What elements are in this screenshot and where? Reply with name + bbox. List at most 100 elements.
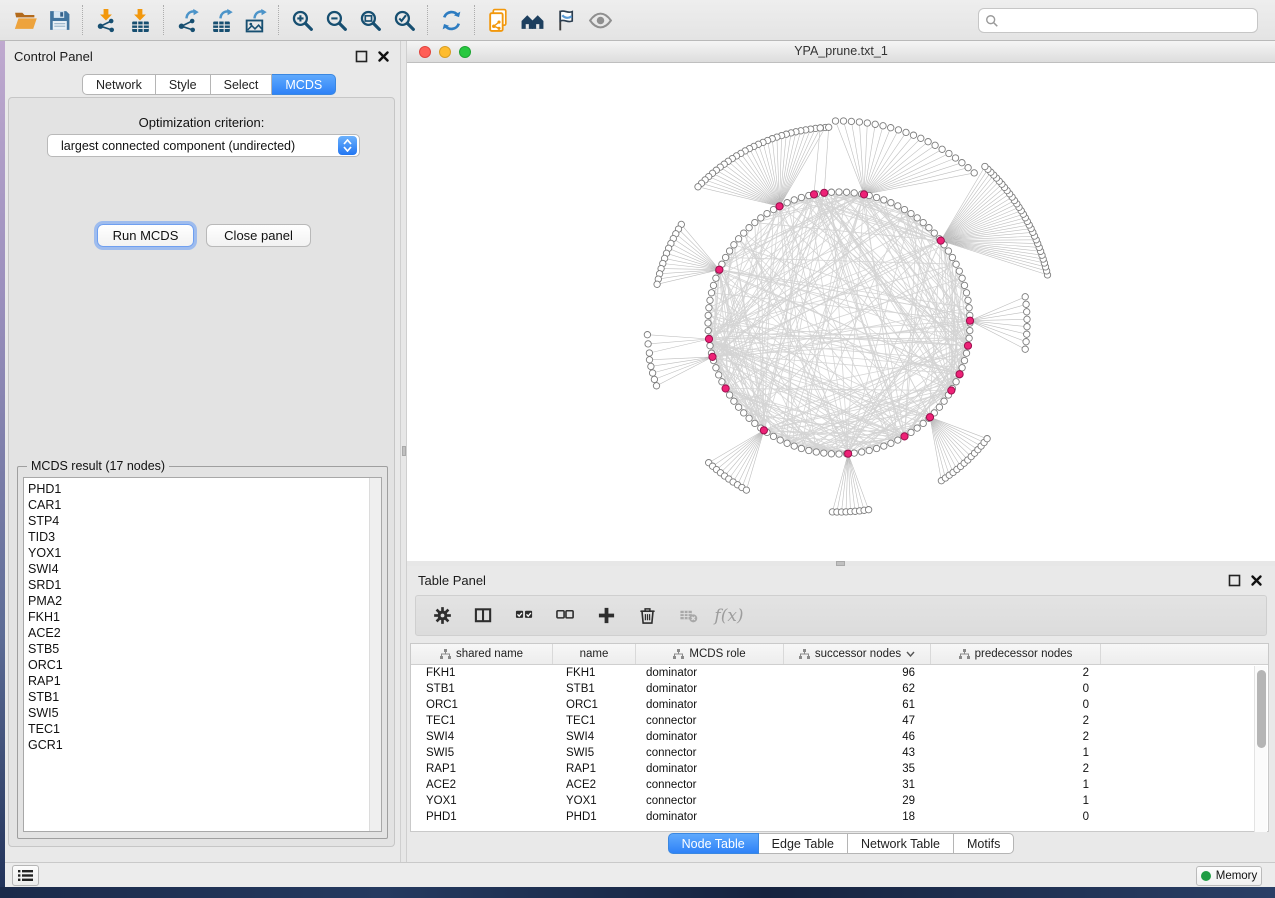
float-panel-icon[interactable] xyxy=(1228,574,1241,587)
export-table-icon[interactable] xyxy=(204,4,238,36)
divider-grip[interactable] xyxy=(402,446,406,456)
vertical-split-divider[interactable] xyxy=(400,41,407,862)
show-hide-details-icon[interactable] xyxy=(583,4,617,36)
mcds-result-item[interactable]: STB1 xyxy=(28,689,63,705)
import-network-icon[interactable] xyxy=(89,4,123,36)
zoom-fit-icon[interactable] xyxy=(353,4,387,36)
memory-label: Memory xyxy=(1216,870,1258,882)
attribute-icon xyxy=(440,649,451,660)
control-panel: Control Panel NetworkStyleSelectMCDS Opt… xyxy=(5,41,400,862)
show-columns-icon[interactable] xyxy=(471,604,495,628)
close-panel-icon[interactable] xyxy=(1250,574,1263,587)
tab-node-table[interactable]: Node Table xyxy=(668,833,759,854)
close-panel-icon[interactable] xyxy=(377,50,390,63)
table-row[interactable]: YOX1YOX1connector291 xyxy=(411,793,1268,809)
mcds-result-item[interactable]: CAR1 xyxy=(28,497,63,513)
export-network-icon[interactable] xyxy=(170,4,204,36)
table-row[interactable]: PHD1PHD1dominator180 xyxy=(411,809,1268,825)
document-network-icon[interactable] xyxy=(481,4,515,36)
table-panel-window-icons xyxy=(1228,574,1263,587)
select-stepper-icon xyxy=(338,136,357,155)
table-row[interactable]: TEC1TEC1connector472 xyxy=(411,713,1268,729)
zoom-in-icon[interactable] xyxy=(285,4,319,36)
toolbar-separator xyxy=(163,5,164,35)
mcds-result-item[interactable]: TEC1 xyxy=(28,721,63,737)
column-header-successor-nodes[interactable]: successor nodes xyxy=(784,644,931,664)
tab-select[interactable]: Select xyxy=(211,74,273,95)
task-history-button[interactable] xyxy=(12,865,39,886)
network-view-titlebar[interactable]: YPA_prune.txt_1 xyxy=(407,41,1275,63)
network-canvas[interactable] xyxy=(407,63,1275,561)
mcds-result-item[interactable]: TID3 xyxy=(28,529,63,545)
tab-mcds[interactable]: MCDS xyxy=(272,74,336,95)
open-session-icon[interactable] xyxy=(8,4,42,36)
table-row[interactable]: STB1STB1dominator620 xyxy=(411,681,1268,697)
mcds-tab-content: Optimization criterion: largest connecte… xyxy=(8,97,395,847)
search-box[interactable] xyxy=(978,8,1258,33)
mcds-result-item[interactable]: SWI4 xyxy=(28,561,63,577)
mcds-result-item[interactable]: FKH1 xyxy=(28,609,63,625)
mcds-list-scrollbar[interactable] xyxy=(369,478,381,831)
select-all-icon[interactable] xyxy=(512,604,536,628)
table-panel-title: Table Panel xyxy=(418,573,486,588)
desktop-wallpaper-bottom xyxy=(0,887,1275,898)
tab-motifs[interactable]: Motifs xyxy=(954,833,1014,854)
table-row[interactable]: SWI4SWI4dominator462 xyxy=(411,729,1268,745)
add-column-icon[interactable] xyxy=(594,604,618,628)
table-scrollbar-thumb[interactable] xyxy=(1257,670,1266,748)
mcds-result-item[interactable]: ORC1 xyxy=(28,657,63,673)
mcds-result-item[interactable]: GCR1 xyxy=(28,737,63,753)
mcds-result-item[interactable]: SWI5 xyxy=(28,705,63,721)
flag-icon[interactable] xyxy=(549,4,583,36)
memory-button[interactable]: Memory xyxy=(1196,866,1262,886)
mcds-result-item[interactable]: PHD1 xyxy=(28,481,63,497)
mcds-result-groupbox: MCDS result (17 nodes) PHD1CAR1STP4TID3Y… xyxy=(17,466,388,839)
tab-network[interactable]: Network xyxy=(82,74,156,95)
import-table-icon[interactable] xyxy=(123,4,157,36)
equation-builder-icon: f(x) xyxy=(717,604,741,628)
column-header-name[interactable]: name xyxy=(553,644,636,664)
first-neighbors-icon[interactable] xyxy=(515,4,549,36)
close-panel-button[interactable]: Close panel xyxy=(206,224,311,247)
column-header-MCDS-role[interactable]: MCDS role xyxy=(636,644,784,664)
optimization-criterion-select[interactable]: largest connected component (undirected) xyxy=(47,134,360,157)
zoom-selected-icon[interactable] xyxy=(387,4,421,36)
sort-desc-icon xyxy=(906,651,915,657)
run-mcds-button[interactable]: Run MCDS xyxy=(97,224,194,247)
save-session-icon[interactable] xyxy=(42,4,76,36)
mcds-result-title: MCDS result (17 nodes) xyxy=(27,459,169,473)
tab-edge-table[interactable]: Edge Table xyxy=(759,833,848,854)
delete-table-icon xyxy=(676,604,700,628)
export-image-icon[interactable] xyxy=(238,4,272,36)
table-row[interactable]: ORC1ORC1dominator610 xyxy=(411,697,1268,713)
mcds-result-item[interactable]: SRD1 xyxy=(28,577,63,593)
mcds-result-list[interactable]: PHD1CAR1STP4TID3YOX1SWI4SRD1PMA2FKH1ACE2… xyxy=(23,477,382,832)
table-row[interactable]: FKH1FKH1dominator962 xyxy=(411,665,1268,681)
table-settings-icon[interactable] xyxy=(430,604,454,628)
mcds-result-item[interactable]: RAP1 xyxy=(28,673,63,689)
table-scrollbar[interactable] xyxy=(1254,666,1267,832)
fx-label: f(x) xyxy=(714,606,743,626)
control-panel-window-icons xyxy=(355,50,390,63)
delete-columns-icon[interactable] xyxy=(635,604,659,628)
mcds-result-item[interactable]: YOX1 xyxy=(28,545,63,561)
column-header-shared-name[interactable]: shared name xyxy=(411,644,553,664)
float-panel-icon[interactable] xyxy=(355,50,368,63)
mcds-result-item[interactable]: STP4 xyxy=(28,513,63,529)
mcds-result-item[interactable]: ACE2 xyxy=(28,625,63,641)
deselect-all-icon[interactable] xyxy=(553,604,577,628)
mcds-result-item[interactable]: STB5 xyxy=(28,641,63,657)
table-row[interactable]: ACE2ACE2connector311 xyxy=(411,777,1268,793)
zoom-out-icon[interactable] xyxy=(319,4,353,36)
attribute-icon xyxy=(959,649,970,660)
node-table-header: shared namenameMCDS rolesuccessor nodesp… xyxy=(411,644,1268,665)
apply-layout-icon[interactable] xyxy=(434,4,468,36)
tab-style[interactable]: Style xyxy=(156,74,211,95)
table-row[interactable]: SWI5SWI5connector431 xyxy=(411,745,1268,761)
search-input[interactable] xyxy=(999,11,1257,31)
column-header-predecessor-nodes[interactable]: predecessor nodes xyxy=(931,644,1101,664)
tab-network-table[interactable]: Network Table xyxy=(848,833,954,854)
mcds-result-item[interactable]: PMA2 xyxy=(28,593,63,609)
table-row[interactable]: RAP1RAP1dominator352 xyxy=(411,761,1268,777)
attribute-icon xyxy=(799,649,810,660)
